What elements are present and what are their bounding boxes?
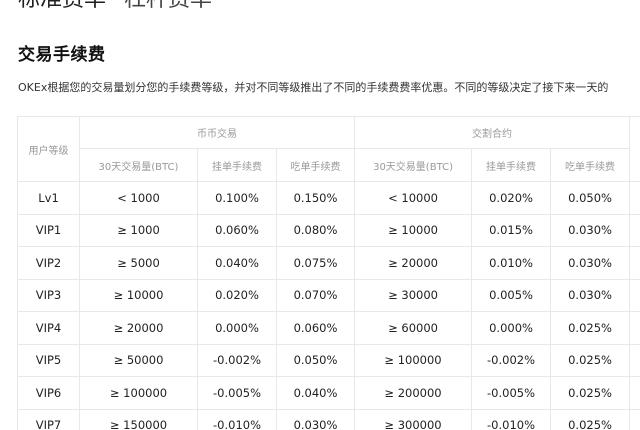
tab-standard-rate[interactable]: 标准费率 <box>18 0 106 14</box>
table-row: Lv1 < 1000 0.100% 0.150% < 10000 0.020% … <box>17 181 640 215</box>
futures-volume-cell: ≥ 200000 <box>354 376 473 410</box>
futures-maker-cell: -0.010% <box>471 408 552 430</box>
futures-maker-cell: 0.020% <box>471 181 552 215</box>
level-cell: VIP1 <box>17 213 80 247</box>
truncated-cell <box>629 343 640 377</box>
level-cell: Lv1 <box>17 181 80 215</box>
spot-group-header: 币币交易 <box>78 116 356 149</box>
futures-taker-cell: 0.025% <box>550 376 631 410</box>
table-row: VIP5 ≥ 50000 -0.002% 0.050% ≥ 100000 -0.… <box>17 343 640 377</box>
table-row: VIP1 ≥ 1000 0.060% 0.080% ≥ 10000 0.015%… <box>17 213 640 247</box>
level-cell: VIP7 <box>17 408 80 430</box>
truncated-cell <box>629 408 640 430</box>
futures-taker-cell: 0.030% <box>550 278 631 312</box>
futures-maker-cell: 0.005% <box>471 278 552 312</box>
spot-maker-cell: 0.040% <box>197 246 277 280</box>
futures-maker-cell: -0.002% <box>471 343 552 377</box>
spot-taker-header: 吃单手续费 <box>275 148 356 182</box>
futures-taker-cell: 0.025% <box>550 408 631 430</box>
fee-description: OKEx根据您的交易量划分您的手续费等级，并对不同等级推出了不同的手续费费率优惠… <box>18 81 609 94</box>
page-title: 交易手续费 <box>18 45 106 65</box>
spot-maker-cell: -0.002% <box>197 343 277 377</box>
spot-volume-cell: ≥ 150000 <box>79 408 198 430</box>
level-cell: VIP6 <box>17 376 80 410</box>
tab-margin-rate[interactable]: 杠杆费率 <box>124 0 212 14</box>
futures-volume-cell: ≥ 300000 <box>354 408 473 430</box>
futures-volume-cell: ≥ 100000 <box>354 343 473 377</box>
futures-maker-cell: 0.000% <box>471 311 552 345</box>
futures-volume-cell: ≥ 30000 <box>354 278 473 312</box>
fee-table: 用户等级 币币交易 交割合约 30天交易量(BTC) 挂单手续费 吃单手续费 3… <box>17 116 640 430</box>
table-row: VIP7 ≥ 150000 -0.010% 0.030% ≥ 300000 -0… <box>17 408 640 430</box>
level-cell: VIP3 <box>17 278 80 312</box>
truncated-cell <box>629 181 640 215</box>
truncated-cell <box>629 376 640 410</box>
spot-maker-header: 挂单手续费 <box>197 148 277 182</box>
futures-maker-header: 挂单手续费 <box>471 148 552 182</box>
spot-volume-cell: < 1000 <box>79 181 198 215</box>
spot-maker-cell: -0.010% <box>197 408 277 430</box>
futures-maker-cell: 0.015% <box>471 213 552 247</box>
truncated-cell <box>629 246 640 280</box>
table-row: VIP4 ≥ 20000 0.000% 0.060% ≥ 60000 0.000… <box>17 311 640 345</box>
level-cell: VIP4 <box>17 311 80 345</box>
futures-taker-cell: 0.050% <box>550 181 631 215</box>
spot-volume-cell: ≥ 100000 <box>79 376 198 410</box>
futures-volume-cell: < 10000 <box>354 181 473 215</box>
spot-taker-cell: 0.075% <box>275 246 356 280</box>
futures-volume-cell: ≥ 10000 <box>354 213 473 247</box>
spot-taker-cell: 0.040% <box>275 376 356 410</box>
futures-volume-cell: ≥ 20000 <box>354 246 473 280</box>
fee-table-container: 用户等级 币币交易 交割合约 30天交易量(BTC) 挂单手续费 吃单手续费 3… <box>17 116 640 430</box>
futures-maker-cell: 0.010% <box>471 246 552 280</box>
spot-volume-cell: ≥ 10000 <box>79 278 198 312</box>
spot-volume-cell: ≥ 5000 <box>79 246 198 280</box>
spot-volume-cell: ≥ 1000 <box>79 213 198 247</box>
futures-taker-cell: 0.030% <box>550 213 631 247</box>
table-row: VIP2 ≥ 5000 0.040% 0.075% ≥ 20000 0.010%… <box>17 246 640 280</box>
table-row: VIP3 ≥ 10000 0.020% 0.070% ≥ 30000 0.005… <box>17 278 640 312</box>
spot-maker-cell: 0.060% <box>197 213 277 247</box>
table-row: VIP6 ≥ 100000 -0.005% 0.040% ≥ 200000 -0… <box>17 376 640 410</box>
level-cell: VIP5 <box>17 343 80 377</box>
spot-maker-cell: 0.100% <box>197 181 277 215</box>
futures-volume-header: 30天交易量(BTC) <box>354 148 473 182</box>
futures-group-header: 交割合约 <box>354 116 631 149</box>
futures-taker-cell: 0.030% <box>550 246 631 280</box>
truncated-cell <box>629 213 640 247</box>
spot-taker-cell: 0.150% <box>275 181 356 215</box>
spot-volume-cell: ≥ 20000 <box>79 311 198 345</box>
spot-taker-cell: 0.070% <box>275 278 356 312</box>
spot-volume-header: 30天交易量(BTC) <box>79 148 198 182</box>
spot-volume-cell: ≥ 50000 <box>79 343 198 377</box>
spot-maker-cell: -0.005% <box>197 376 277 410</box>
level-cell: VIP2 <box>17 246 80 280</box>
futures-maker-cell: -0.005% <box>471 376 552 410</box>
spot-taker-cell: 0.080% <box>275 213 356 247</box>
futures-taker-cell: 0.025% <box>550 311 631 345</box>
truncated-column-header <box>629 116 640 182</box>
level-header: 用户等级 <box>17 116 80 182</box>
spot-taker-cell: 0.060% <box>275 311 356 345</box>
futures-volume-cell: ≥ 60000 <box>354 311 473 345</box>
spot-taker-cell: 0.050% <box>275 343 356 377</box>
futures-taker-cell: 0.025% <box>550 343 631 377</box>
spot-maker-cell: 0.000% <box>197 311 277 345</box>
spot-taker-cell: 0.030% <box>275 408 356 430</box>
futures-taker-header: 吃单手续费 <box>550 148 631 182</box>
truncated-cell <box>629 311 640 345</box>
spot-maker-cell: 0.020% <box>197 278 277 312</box>
truncated-cell <box>629 278 640 312</box>
